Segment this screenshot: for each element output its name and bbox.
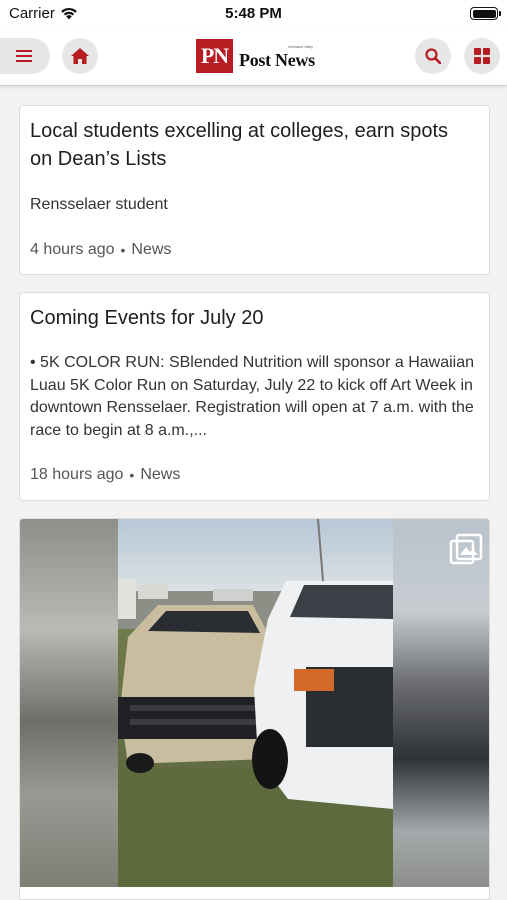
article-category[interactable]: News bbox=[131, 241, 171, 259]
meta-separator: • bbox=[120, 242, 126, 258]
photo-blur-left bbox=[20, 519, 118, 887]
status-time: 5:48 PM bbox=[225, 5, 282, 22]
crash-photo bbox=[118, 519, 393, 887]
search-button[interactable] bbox=[415, 38, 451, 74]
app-header: PN Kankakee Valley Post News bbox=[0, 28, 507, 86]
meta-separator: • bbox=[129, 467, 135, 483]
logo-name-wrapper: Kankakee Valley Post News bbox=[239, 42, 315, 71]
photo-article-card[interactable] bbox=[19, 518, 490, 900]
article-title[interactable]: Local students excelling at colleges, ea… bbox=[30, 117, 475, 173]
hamburger-menu-icon bbox=[16, 50, 32, 62]
logo-initials: PN bbox=[196, 39, 233, 73]
status-bar: Carrier 5:48 PM bbox=[0, 0, 507, 28]
article-card[interactable]: Coming Events for July 20 • 5K COLOR RUN… bbox=[19, 292, 490, 501]
article-time: 4 hours ago bbox=[30, 241, 115, 258]
photo-gallery-icon[interactable] bbox=[449, 533, 483, 567]
logo-name: Post News bbox=[239, 49, 315, 70]
article-meta: 18 hours ago • News bbox=[30, 466, 180, 484]
grid-icon bbox=[474, 48, 490, 64]
article-time: 18 hours ago bbox=[30, 466, 124, 483]
article-category[interactable]: News bbox=[140, 466, 180, 484]
menu-button[interactable] bbox=[0, 38, 50, 74]
search-icon bbox=[425, 48, 441, 64]
article-title[interactable]: Coming Events for July 20 bbox=[30, 304, 475, 332]
sections-grid-button[interactable] bbox=[464, 38, 500, 74]
home-icon bbox=[71, 48, 89, 64]
battery-icon bbox=[470, 7, 501, 20]
photo-blur-right bbox=[393, 519, 489, 887]
article-summary: • 5K COLOR RUN: SBlended Nutrition will … bbox=[30, 354, 475, 439]
article-meta: 4 hours ago • News bbox=[30, 241, 171, 259]
logo-tagline: Kankakee Valley bbox=[287, 43, 313, 49]
article-photo[interactable] bbox=[20, 519, 489, 887]
home-button[interactable] bbox=[62, 38, 98, 74]
site-logo[interactable]: PN Kankakee Valley Post News bbox=[196, 39, 315, 73]
article-card[interactable]: Local students excelling at colleges, ea… bbox=[19, 105, 490, 275]
article-summary: Rensselaer student bbox=[30, 196, 168, 213]
